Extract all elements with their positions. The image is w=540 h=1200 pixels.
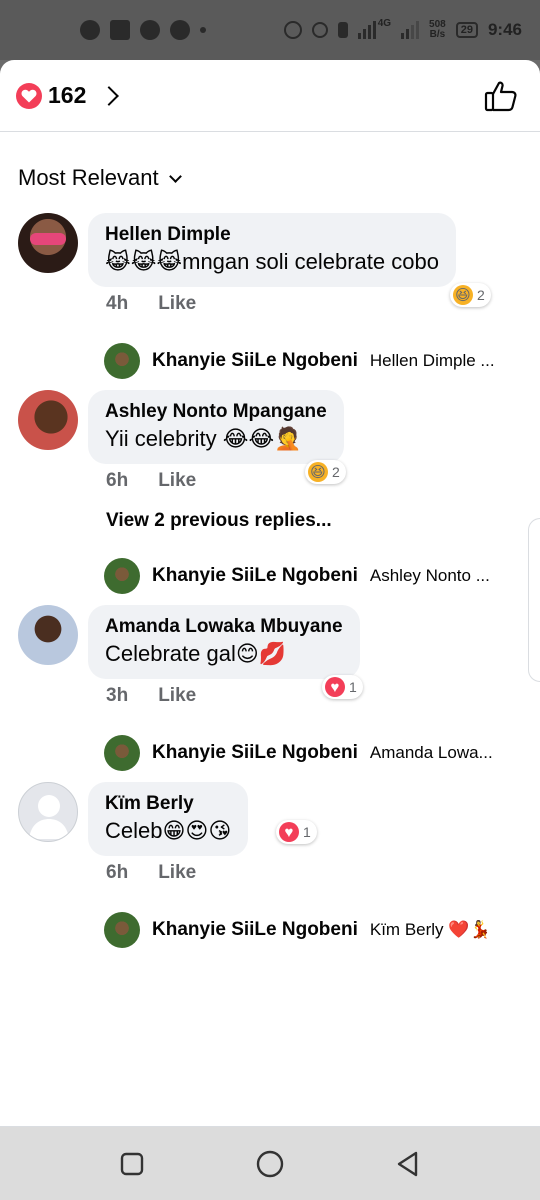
reply-snippet: Ashley Nonto ... xyxy=(369,566,490,585)
comment-author[interactable]: Hellen Dimple xyxy=(105,223,439,247)
reaction-count: 2 xyxy=(332,464,340,480)
comment-text: Celeb😁😍😘 xyxy=(105,818,232,843)
like-button[interactable]: Like xyxy=(158,293,196,315)
comment-meta: 6h Like xyxy=(106,862,196,884)
reply-avatar xyxy=(104,735,140,771)
reply-preview[interactable]: Khanyie SiiLe Ngobeni Ashley Nonto ... xyxy=(104,558,490,594)
comment-time: 6h xyxy=(106,862,129,883)
comment-meta: 4h Like xyxy=(106,293,196,315)
comment-reactions[interactable]: ♥ 1 xyxy=(322,675,363,699)
comment-bubble[interactable]: Hellen Dimple 😹😹😹mngan soli celebrate co… xyxy=(88,213,456,287)
reply-author: Khanyie SiiLe Ngobeni xyxy=(152,350,358,371)
comment-reactions[interactable]: 😆 2 xyxy=(450,283,491,307)
reply-snippet: Amanda Lowa... xyxy=(369,743,493,762)
alarm-icon xyxy=(283,21,302,39)
comment-text: Yii celebrity 😂😂🤦 xyxy=(105,426,302,451)
reaction-count: 2 xyxy=(477,287,485,303)
comment-meta: 6h Like xyxy=(106,470,196,492)
vibrate-icon xyxy=(337,22,348,38)
notification-icons xyxy=(80,20,206,40)
love-reaction-icon xyxy=(16,82,42,109)
whatsapp-icon xyxy=(140,20,160,40)
sheet-header: 162 xyxy=(0,60,540,132)
comment-author[interactable]: Ashley Nonto Mpangane xyxy=(105,400,327,424)
reply-avatar xyxy=(104,558,140,594)
comment-time: 6h xyxy=(106,470,129,491)
reaction-count: 1 xyxy=(349,679,357,695)
reply-preview[interactable]: Khanyie SiiLe Ngobeni Amanda Lowa... xyxy=(104,735,493,771)
network-speed: 508 B/s xyxy=(429,20,446,40)
square-icon xyxy=(120,1152,144,1175)
comment-time: 4h xyxy=(106,293,129,314)
reply-preview[interactable]: Khanyie SiiLe Ngobeni Kïm Berly ❤️💃 xyxy=(104,912,491,948)
default-avatar-icon xyxy=(29,795,69,839)
network-type-label: 4G xyxy=(377,18,392,29)
reply-avatar xyxy=(104,912,140,948)
comment-reactions[interactable]: ♥ 1 xyxy=(276,820,317,844)
avatar[interactable] xyxy=(18,213,78,273)
reply-snippet: Hellen Dimple ... xyxy=(369,351,495,370)
back-triangle-icon xyxy=(397,1151,418,1176)
circle-icon xyxy=(256,1150,284,1177)
signal-icon-1 xyxy=(357,21,376,39)
messenger-icon xyxy=(80,20,100,40)
data-saver-icon xyxy=(311,22,328,38)
like-button[interactable]: Like xyxy=(158,470,196,492)
chevron-right-icon xyxy=(99,85,120,106)
recent-apps-button[interactable] xyxy=(112,1144,152,1184)
reaction-count: 1 xyxy=(303,824,311,840)
reply-snippet: Kïm Berly ❤️💃 xyxy=(369,920,491,939)
comment-author[interactable]: Amanda Lowaka Mbuyane xyxy=(105,615,343,639)
like-button[interactable]: Like xyxy=(158,685,196,707)
reactions-summary-button[interactable]: 162 xyxy=(16,82,120,109)
signal-icon-2 xyxy=(401,21,420,39)
comment-bubble[interactable]: Amanda Lowaka Mbuyane Celebrate gal😊💋 xyxy=(88,605,360,679)
status-bar: 4G 508 B/s 29 9:46 xyxy=(0,0,540,60)
scroll-handle[interactable] xyxy=(528,518,540,682)
sort-label: Most Relevant xyxy=(18,165,159,190)
view-previous-replies-link[interactable]: View 2 previous replies... xyxy=(106,510,332,532)
avatar[interactable] xyxy=(18,782,78,842)
clock: 9:46 xyxy=(487,20,522,39)
reply-author: Khanyie SiiLe Ngobeni xyxy=(152,919,358,940)
comment-time: 3h xyxy=(106,685,129,706)
avatar[interactable] xyxy=(18,605,78,665)
system-icons: 4G 508 B/s 29 9:46 xyxy=(283,18,522,40)
system-nav-bar xyxy=(0,1127,540,1200)
comment-text: Celebrate gal😊💋 xyxy=(105,641,287,666)
comment-author[interactable]: Kïm Berly xyxy=(105,792,231,816)
battery-icon: 29 xyxy=(455,22,478,38)
haha-reaction-icon: 😆 xyxy=(453,285,473,305)
avatar[interactable] xyxy=(18,390,78,450)
speed-unit: B/s xyxy=(429,29,446,40)
love-reaction-icon: ♥ xyxy=(325,677,345,697)
haha-reaction-icon: 😆 xyxy=(308,462,328,482)
app-icon xyxy=(110,20,130,40)
netflix-icon xyxy=(170,20,190,40)
sunglasses-shape xyxy=(30,233,66,245)
love-reaction-icon: ♥ xyxy=(279,822,299,842)
comments-sheet: 162 Most Relevant Hellen Dimple 😹😹😹mngan… xyxy=(0,60,540,1127)
like-button[interactable]: Like xyxy=(158,862,196,884)
reply-author: Khanyie SiiLe Ngobeni xyxy=(152,565,358,586)
comment-text: 😹😹😹mngan soli celebrate cobo xyxy=(105,249,439,274)
home-button[interactable] xyxy=(250,1144,290,1184)
back-button[interactable] xyxy=(388,1144,428,1184)
sort-dropdown[interactable]: Most Relevant xyxy=(0,132,540,202)
comment-meta: 3h Like xyxy=(106,685,196,707)
reaction-count: 162 xyxy=(48,82,87,108)
chevron-down-icon xyxy=(168,169,182,183)
comment-bubble[interactable]: Ashley Nonto Mpangane Yii celebrity 😂😂🤦 xyxy=(88,390,344,464)
reply-preview[interactable]: Khanyie SiiLe Ngobeni Hellen Dimple ... xyxy=(104,343,495,379)
like-thumb-icon[interactable] xyxy=(484,79,518,113)
more-notifications-dot xyxy=(200,27,206,33)
comment-reactions[interactable]: 😆 2 xyxy=(305,460,346,484)
comment-bubble[interactable]: Kïm Berly Celeb😁😍😘 xyxy=(88,782,249,856)
reply-author: Khanyie SiiLe Ngobeni xyxy=(152,742,358,763)
reply-avatar xyxy=(104,343,140,379)
